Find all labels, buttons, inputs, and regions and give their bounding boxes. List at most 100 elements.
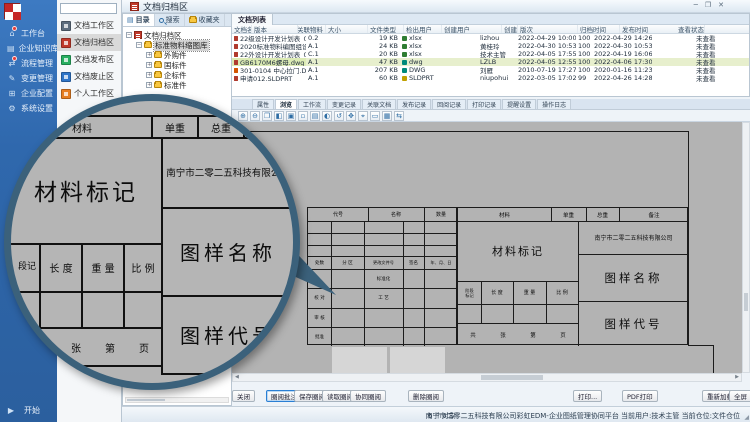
column-header[interactable]: 关联物料 xyxy=(298,25,326,33)
cell-view-status: 未查看 xyxy=(694,50,750,58)
preview-tool-icon[interactable]: ▦ xyxy=(382,111,392,121)
tree-item-selected[interactable]: − 标准物料缩图库 xyxy=(126,40,231,50)
tree-item[interactable]: ＋ 标准件 xyxy=(126,80,231,90)
window-control-button[interactable]: ✕ xyxy=(718,1,724,9)
tree-item[interactable]: ＋ 国标件 xyxy=(126,60,231,70)
expand-icon[interactable]: ＋ xyxy=(146,62,152,68)
detail-tab[interactable]: 提醒设置 xyxy=(502,99,536,109)
detail-tab[interactable]: 关联文档 xyxy=(362,99,396,109)
tree-item[interactable]: ＋ 外购件 xyxy=(126,50,231,60)
file-doc-icon xyxy=(234,60,238,65)
column-header[interactable]: 版本 xyxy=(252,25,298,33)
cell-size: 47 KB xyxy=(372,58,400,66)
preview-toolbar: ⊕⊖❐◧▣▫▤◐↺✥⌖▭▦⇆ xyxy=(232,110,750,122)
tab-catalog[interactable]: ▤ 目录 xyxy=(123,14,155,26)
sidebar-nav-item[interactable]: ⇄ 流程管理 xyxy=(0,56,57,71)
workspace-item-label: 个人工作区 xyxy=(74,88,114,99)
file-type-icon xyxy=(402,60,407,65)
column-header[interactable]: 发布时间 xyxy=(620,25,676,33)
detail-tab[interactable]: 打印记录 xyxy=(467,99,501,109)
tree-item[interactable]: ＋ 企标件 xyxy=(126,70,231,80)
detail-tab[interactable]: 发布记录 xyxy=(397,99,431,109)
preview-tool-icon[interactable]: ✥ xyxy=(346,111,356,121)
collapse-icon[interactable]: − xyxy=(136,42,142,48)
sidebar-nav-item[interactable]: ⊞ 企业配置 xyxy=(0,86,57,101)
preview-action-button[interactable]: 协同圈阅 xyxy=(350,390,386,402)
workspace-item[interactable]: 文档归档区 xyxy=(57,34,121,51)
table-row[interactable]: 22外设计开发计划表_000000… C.1 20 KB xlsx 技术主管 2… xyxy=(232,50,749,58)
cell-version: A.1 xyxy=(306,42,326,50)
label-sheet-row: 共张第页 xyxy=(458,323,578,346)
expand-icon[interactable]: ＋ xyxy=(146,72,152,78)
nav-icon: ⚙ xyxy=(7,104,17,114)
detail-tab[interactable]: 变更记录 xyxy=(327,99,361,109)
nav-label: 工作台 xyxy=(21,28,45,39)
column-header[interactable]: 文档名称 xyxy=(232,25,252,33)
column-header[interactable]: 大小 xyxy=(326,25,368,33)
table-row[interactable]: 申请012.SLDPRT A.1 60 KB SLDPRT niupohui 2… xyxy=(232,74,749,82)
sidebar-nav-item[interactable]: ⌂ 工作台 xyxy=(0,26,57,41)
workspace-item[interactable]: 文档工作区 xyxy=(57,17,121,34)
drawing-preview-canvas[interactable]: 代号 名称 数量 处数 分 区 更改文件号 签名 年、月、日 标准化 工 艺 校… xyxy=(232,122,742,373)
window-control-button[interactable]: ❐ xyxy=(705,1,711,9)
tab-search[interactable]: 搜索 xyxy=(155,14,185,26)
table-row[interactable]: 301-0104 中心拉门.DWG A.1 207 KB DWG 刘雁 2010… xyxy=(232,66,749,74)
detail-tabs: 属性浏览工作流变更记录关联文档发布记录回阅记录打印记录提醒设置操作日志 xyxy=(232,99,750,110)
preview-tool-icon[interactable]: ▫ xyxy=(298,111,308,121)
workspace-search-input[interactable] xyxy=(60,3,117,14)
cell-created: 2022-04-05 12:55:16 xyxy=(516,58,576,66)
table-row[interactable]: 22级设计开发计划表_002.xlsx 0.2 19 KB xlsx lizho… xyxy=(232,34,749,42)
cell-revision: 100 xyxy=(576,66,592,74)
column-header[interactable]: 文件类型 xyxy=(368,25,404,33)
expand-icon[interactable]: ＋ xyxy=(146,82,152,88)
start-button[interactable]: ▶ 开始 xyxy=(6,405,40,416)
detail-tab[interactable]: 浏览 xyxy=(275,99,297,109)
preview-action-button[interactable]: PDF打印 xyxy=(622,390,658,402)
column-header[interactable]: 归档时间 xyxy=(578,25,620,33)
sidebar-nav-item[interactable]: ⚙ 系统设置 xyxy=(0,101,57,116)
cell-checkout-user xyxy=(442,42,478,50)
preview-tool-icon[interactable]: ▤ xyxy=(310,111,320,121)
tab-file-list[interactable]: 文档列表 xyxy=(232,14,273,25)
tab-favorites[interactable]: 收藏夹 xyxy=(185,14,225,26)
sidebar-nav-item[interactable]: ✎ 变更管理 xyxy=(0,71,57,86)
mag-label-material: 材料 xyxy=(13,117,151,137)
resize-grip[interactable]: ◢ xyxy=(744,414,749,421)
preview-tool-icon[interactable]: ◐ xyxy=(322,111,332,121)
tree-horizontal-scrollbar[interactable] xyxy=(125,397,229,403)
workspace-item[interactable]: 文档发布区 xyxy=(57,51,121,68)
table-row[interactable]: GB6170M6螺母.dwg A.1 47 KB dwg LZLB 2022-0… xyxy=(232,58,749,66)
detail-tab[interactable]: 操作日志 xyxy=(537,99,571,109)
sidebar-nav-item[interactable]: ▤ 企业知识库 xyxy=(0,41,57,56)
preview-tool-icon[interactable]: ↺ xyxy=(334,111,344,121)
table-row[interactable]: 2020标准物料编图组设计开… A.1 24 KB xlsx 黄桂玲 2022-… xyxy=(232,42,749,50)
detail-tab[interactable]: 工作流 xyxy=(298,99,326,109)
tree-root[interactable]: − 文档归档区 xyxy=(126,30,231,40)
cell-creator: niupohui xyxy=(478,74,516,82)
expand-icon[interactable]: ＋ xyxy=(146,52,152,58)
change-record-table: 代号 名称 数量 处数 分 区 更改文件号 签名 年、月、日 标准化 工 艺 校… xyxy=(307,207,457,345)
nav-label: 变更管理 xyxy=(21,73,53,84)
window-control-button[interactable]: ─ xyxy=(694,1,698,9)
workspace-item[interactable]: 文档废止区 xyxy=(57,68,121,85)
column-header[interactable]: 创建用户 xyxy=(442,25,502,33)
preview-action-button[interactable]: 全屏 xyxy=(729,390,750,402)
mag-label-sheet-row: 共张第页 xyxy=(11,329,161,365)
column-header[interactable]: 查看状态 xyxy=(676,25,705,33)
preview-action-button[interactable]: 关闭 xyxy=(232,390,255,402)
detail-tab[interactable]: 属性 xyxy=(252,99,274,109)
collapse-icon[interactable]: − xyxy=(126,32,132,38)
preview-tool-icon[interactable]: ▭ xyxy=(370,111,380,121)
vertical-scrollbar[interactable] xyxy=(742,122,750,373)
column-header[interactable]: 检出用户 xyxy=(404,25,442,33)
cell-name: 2020标准物料编图组设计开… xyxy=(240,42,306,50)
column-header[interactable]: 版次 xyxy=(518,25,578,33)
preview-tool-icon[interactable]: ⌖ xyxy=(358,111,368,121)
detail-tab[interactable]: 回阅记录 xyxy=(432,99,466,109)
horizontal-scrollbar[interactable]: ◀▶ xyxy=(232,373,742,382)
label-zone: 分 区 xyxy=(331,256,364,269)
column-header[interactable]: 创建时间 xyxy=(502,25,518,33)
preview-action-button[interactable]: 删除圈阅 xyxy=(408,390,444,402)
preview-action-button[interactable]: 打印... xyxy=(573,390,602,402)
preview-tool-icon[interactable]: ⇆ xyxy=(394,111,404,121)
